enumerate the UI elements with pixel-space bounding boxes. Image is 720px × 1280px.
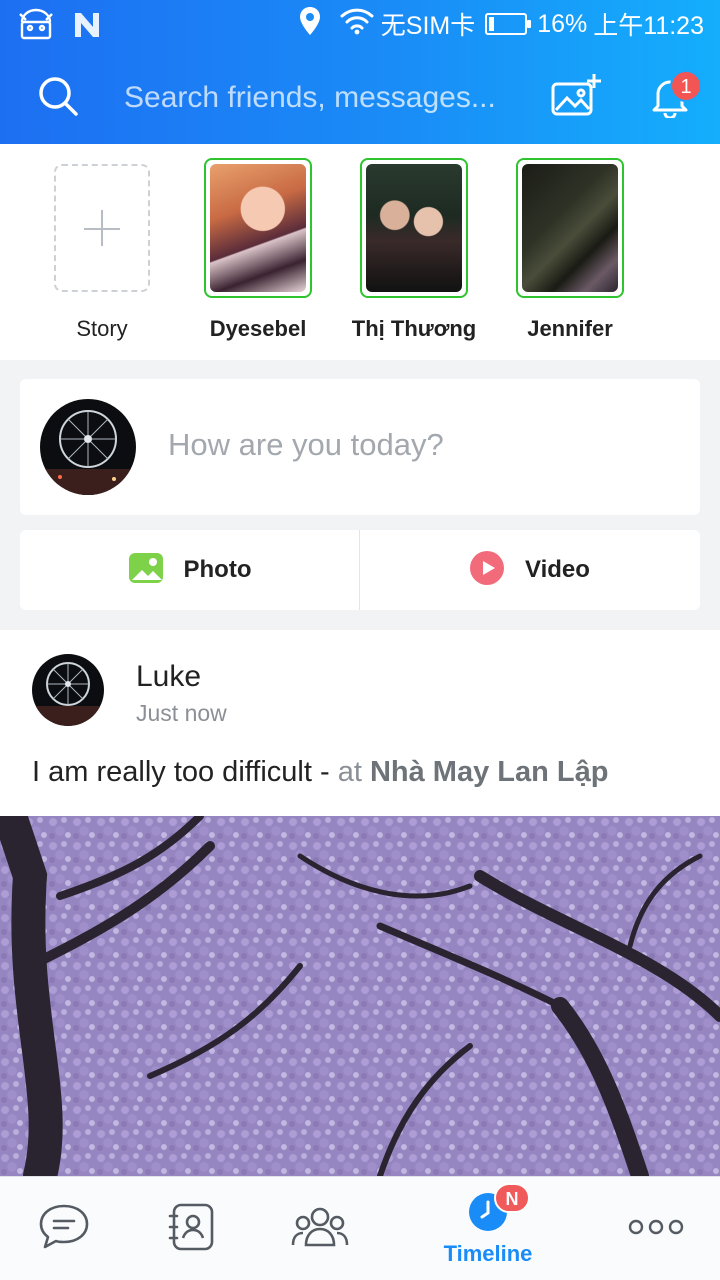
group-icon: [291, 1205, 349, 1254]
photo-label: Photo: [183, 556, 252, 583]
post-author-avatar[interactable]: [32, 654, 104, 726]
tab-groups[interactable]: [280, 1177, 360, 1280]
carrier-text: 无SIM卡: [380, 12, 476, 40]
story-add[interactable]: Story: [48, 158, 156, 342]
tab-messages[interactable]: [24, 1177, 104, 1280]
photo-button[interactable]: Photo: [20, 530, 359, 610]
clock: 上午11:23: [593, 12, 704, 40]
status-composer[interactable]: How are you today?: [20, 379, 700, 515]
post-location-link[interactable]: Nhà May Lan Lập: [370, 756, 609, 788]
video-label: Video: [525, 556, 590, 583]
battery-percent: 16%: [537, 9, 588, 38]
post-body: I am really too difficult -: [32, 756, 338, 788]
story-thumbnail[interactable]: [360, 158, 468, 298]
add-story-icon[interactable]: [54, 164, 150, 292]
video-icon: [469, 550, 505, 591]
post-at: at: [337, 756, 370, 788]
bottom-navigation: Timeline N: [0, 1176, 720, 1280]
timeline-label: Timeline: [443, 1240, 533, 1266]
avatar[interactable]: [40, 399, 136, 495]
timeline-badge: N: [494, 1183, 530, 1213]
more-icon: [627, 1217, 685, 1242]
post-timestamp: Just now: [136, 700, 227, 726]
story-thumbnail[interactable]: [516, 158, 624, 298]
add-photo-icon[interactable]: [550, 72, 602, 125]
feed-post: Luke Just now I am really too difficult …: [0, 630, 720, 1176]
header: 1: [0, 48, 720, 144]
search-input[interactable]: [124, 78, 524, 118]
story-item-jennifer[interactable]: Jennifer: [516, 158, 624, 342]
status-input[interactable]: How are you today?: [168, 427, 444, 463]
story-item-dyesebel[interactable]: Dyesebel: [204, 158, 312, 342]
story-thumbnail[interactable]: [204, 158, 312, 298]
top-bar: 无SIM卡 16% 上午11:23 1: [0, 0, 720, 144]
battery-icon: [485, 13, 532, 35]
n-logo-icon: [72, 10, 102, 45]
contacts-icon: [168, 1202, 216, 1257]
story-label: Story: [76, 316, 128, 341]
android-debug-icon: [18, 8, 54, 47]
story-item-thi-thuong[interactable]: Thị Thương: [352, 158, 476, 342]
post-text: I am really too difficult - at Nhà May L…: [32, 756, 608, 789]
chat-bubble-icon: [38, 1203, 90, 1256]
tab-contacts[interactable]: [152, 1177, 232, 1280]
tab-more[interactable]: [616, 1177, 696, 1280]
post-image[interactable]: [0, 816, 720, 1176]
search-icon[interactable]: [36, 74, 80, 123]
location-icon: [299, 6, 321, 43]
tab-timeline[interactable]: Timeline N: [428, 1177, 548, 1280]
story-label: Thị Thương: [351, 316, 477, 341]
video-button[interactable]: Video: [360, 530, 699, 610]
post-author-name[interactable]: Luke: [136, 660, 201, 694]
story-label: Dyesebel: [209, 316, 307, 341]
status-bar: 无SIM卡 16% 上午11:23: [0, 0, 720, 48]
wifi-icon: [339, 6, 375, 43]
notification-badge: 1: [670, 70, 702, 102]
story-label: Jennifer: [527, 316, 613, 341]
stories-row: Story Dyesebel Thị Thương Jennifer: [0, 144, 720, 360]
media-buttons: Photo Video: [20, 530, 700, 610]
photo-icon: [128, 552, 164, 589]
